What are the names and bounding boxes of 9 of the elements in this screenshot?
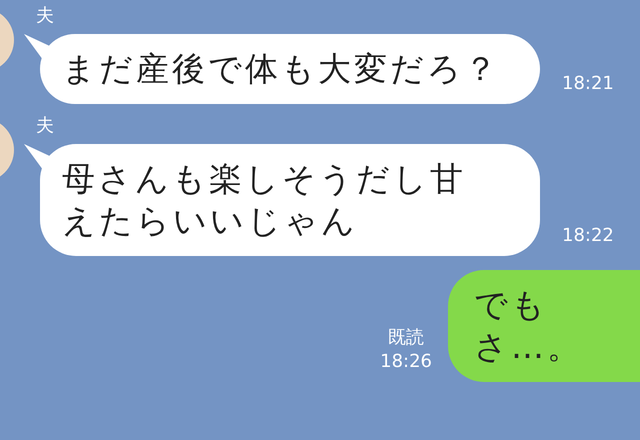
message-bubble: 母さんも楽しそうだし甘えたらいいじゃん — [40, 144, 540, 256]
message-time: 18:26 — [380, 350, 432, 374]
message-bubble: でもさ…。 — [448, 270, 640, 382]
message-bubble: まだ産後で体も大変だろ？ — [40, 34, 540, 104]
message-time: 18:22 — [562, 224, 614, 248]
sender-name: 夫 — [36, 4, 55, 28]
message-time: 18:21 — [562, 72, 614, 96]
sender-name: 夫 — [36, 114, 55, 138]
read-receipt: 既読 — [388, 326, 424, 350]
